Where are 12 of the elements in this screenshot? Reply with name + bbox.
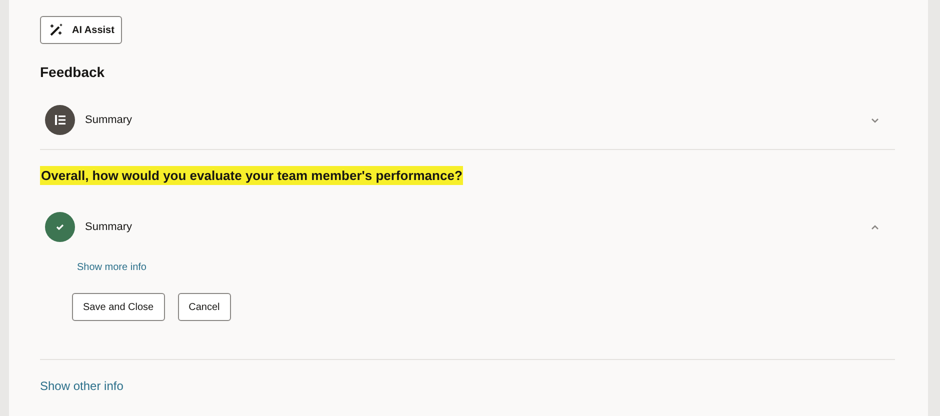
cancel-button[interactable]: Cancel: [178, 293, 231, 321]
ai-assist-button[interactable]: AI Assist: [40, 16, 122, 44]
save-and-close-button[interactable]: Save and Close: [72, 293, 165, 321]
section-heading: Feedback: [40, 63, 106, 82]
chevron-up-icon[interactable]: [871, 224, 879, 230]
question-text: Overall, how would you evaluate your team member's performance?: [40, 166, 464, 185]
magic-wand-icon: [48, 22, 64, 38]
show-other-info-link[interactable]: Show other info: [40, 379, 124, 393]
chevron-down-icon[interactable]: [871, 118, 879, 122]
show-more-info-link[interactable]: Show more info: [77, 260, 146, 275]
accordion-header[interactable]: Summary: [40, 208, 895, 246]
accordion-header[interactable]: Summary: [40, 101, 895, 139]
